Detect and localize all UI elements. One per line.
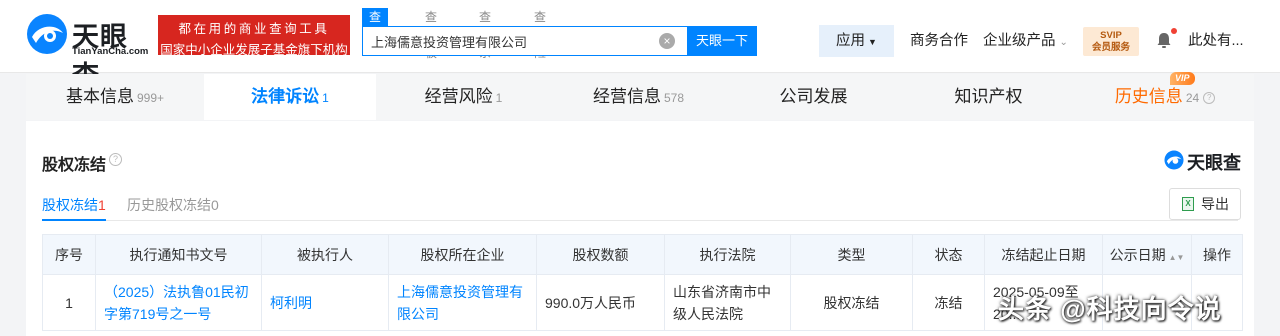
tab-development[interactable]: 公司发展 (726, 74, 901, 120)
subtab-label: 股权冻结 (42, 197, 98, 213)
subtab-label: 历史股权冻结 (127, 197, 211, 213)
cell-status: 冻结 (912, 274, 985, 331)
svip-button[interactable]: SVIP 会员服务 (1083, 27, 1139, 56)
col-header: 股权所在企业 (388, 234, 537, 275)
tab-ip[interactable]: 知识产权 (901, 74, 1076, 120)
promo-banner[interactable]: 都在用的商业查询工具 国家中小企业发展子基金旗下机构 (158, 15, 350, 57)
export-button[interactable]: X 导出 (1169, 188, 1241, 220)
business-cooperation-link[interactable]: 商务合作 (910, 25, 968, 57)
tab-label: 基本信息 (65, 87, 134, 106)
caret-down-icon: ▼ (868, 37, 877, 47)
cell-executee[interactable]: 柯利明 (261, 274, 389, 331)
logo-text-en: TianYanCha.com (72, 46, 149, 57)
subtab-history-equity-freeze[interactable]: 历史股权冻结0 (127, 195, 219, 215)
app-menu-label: 应用 (836, 33, 866, 49)
col-header: 冻结起止日期 (984, 234, 1103, 275)
tianyancha-logo[interactable]: 天眼查 TianYanCha.com (26, 13, 152, 91)
search-tab-relation[interactable]: 查关系 (472, 8, 498, 60)
overlay-watermark: 头条 @科技向令说 (998, 294, 1222, 324)
col-header: 被执行人 (261, 234, 389, 275)
promo-line-2: 国家中小企业发展子基金旗下机构 (160, 43, 348, 57)
doc-no-link[interactable]: （2025）法执鲁01民初字第719号之一号 (104, 284, 249, 322)
tab-operating-risk[interactable]: 经营风险 1 (376, 74, 551, 120)
tab-basic-info[interactable]: 基本信息 999+ (26, 74, 204, 120)
col-header: 状态 (912, 234, 985, 275)
company-tabs: 基本信息 999+ 法律诉讼 1 经营风险 1 经营信息 578 公司发展 知识产权 历… (26, 74, 1254, 120)
cell-company[interactable]: 上海儒意投资管理有限公司 (388, 274, 537, 331)
tab-label: 法律诉讼 (251, 87, 320, 106)
col-header: 执行通知书文号 (95, 234, 262, 275)
tab-label: 经营风险 (424, 87, 493, 106)
export-label: 导出 (1201, 196, 1229, 212)
app-menu[interactable]: 应用 ▼ (819, 25, 894, 57)
chevron-down-icon: ⌄ (1059, 37, 1068, 48)
notification-dot (1171, 28, 1177, 34)
svip-label: SVIP (1100, 30, 1122, 41)
sort-icon[interactable]: ▲▼ (1169, 253, 1185, 262)
subtab-equity-freeze[interactable]: 股权冻结1 (42, 195, 106, 221)
enterprise-products-menu[interactable]: 企业级产品 ⌄ (983, 25, 1068, 57)
tab-count: 1 (322, 91, 329, 105)
tab-count: 24 (1185, 91, 1200, 105)
tab-operating-info[interactable]: 经营信息 578 (551, 74, 726, 120)
tab-label: 知识产权 (954, 87, 1023, 106)
tab-count: 999+ (136, 91, 165, 105)
cell-type: 股权冻结 (790, 274, 913, 331)
cell-index: 1 (42, 274, 96, 331)
table-header-row: 序号 执行通知书文号 被执行人 股权所在企业 股权数额 执行法院 类型 状态 冻… (42, 234, 1243, 275)
logo-eye-icon (1164, 150, 1184, 170)
col-header-label: 公示日期 (1109, 246, 1166, 263)
col-header-sortable[interactable]: 公示日期 ▲▼ (1102, 234, 1192, 275)
search-tab-company[interactable]: 查公司 (362, 8, 389, 60)
company-link[interactable]: 上海儒意投资管理有限公司 (397, 284, 523, 322)
logo-eye-icon (27, 14, 67, 54)
col-header: 操作 (1191, 234, 1243, 275)
subtab-count: 1 (98, 197, 106, 213)
promo-line-1: 都在用的商业查询工具 (178, 22, 330, 36)
cell-court: 山东省济南市中级人民法院 (664, 274, 791, 331)
search-tab-risk[interactable]: 查风险 (527, 8, 553, 60)
tab-legal[interactable]: 法律诉讼 1 (204, 74, 376, 120)
bell-icon[interactable] (1155, 31, 1173, 49)
vip-badge: VIP (1170, 72, 1195, 85)
help-icon[interactable]: ? (109, 153, 122, 166)
search-button[interactable]: 天眼一下 (687, 26, 757, 56)
enterprise-products-label: 企业级产品 (983, 33, 1056, 49)
user-menu[interactable]: 此处有... (1188, 25, 1244, 57)
excel-icon: X (1182, 197, 1194, 211)
executee-link[interactable]: 柯利明 (270, 295, 312, 311)
help-icon: ? (1203, 91, 1216, 104)
tab-count: 1 (495, 91, 503, 105)
top-header: 天眼查 TianYanCha.com 都在用的商业查询工具 国家中小企业发展子基… (0, 0, 1280, 91)
tab-count: 578 (663, 91, 685, 105)
clear-icon[interactable]: × (659, 33, 675, 49)
subtabs: 股权冻结1 历史股权冻结0 (42, 195, 1238, 221)
svip-sub-label: 会员服务 (1091, 42, 1130, 53)
cell-doc-no[interactable]: （2025）法执鲁01民初字第719号之一号 (95, 274, 262, 331)
search-tab-boss[interactable]: 查老板 (418, 8, 444, 60)
tab-label: 经营信息 (592, 87, 661, 106)
col-header: 类型 (790, 234, 913, 275)
cell-amount: 990.0万人民币 (536, 274, 665, 331)
watermark-logo-text: 天眼查 (1187, 153, 1241, 173)
tab-label: 公司发展 (779, 87, 848, 106)
search-input[interactable] (363, 27, 673, 55)
tab-label: 历史信息 (1114, 87, 1183, 106)
col-header: 执行法院 (664, 234, 791, 275)
col-header: 股权数额 (536, 234, 665, 275)
section-title: 股权冻结 (42, 157, 107, 174)
subtab-count: 0 (211, 197, 219, 213)
col-header: 序号 (42, 234, 96, 275)
search-box: × 天眼一下 (362, 26, 757, 56)
tab-history[interactable]: 历史信息 24? (1076, 74, 1254, 120)
